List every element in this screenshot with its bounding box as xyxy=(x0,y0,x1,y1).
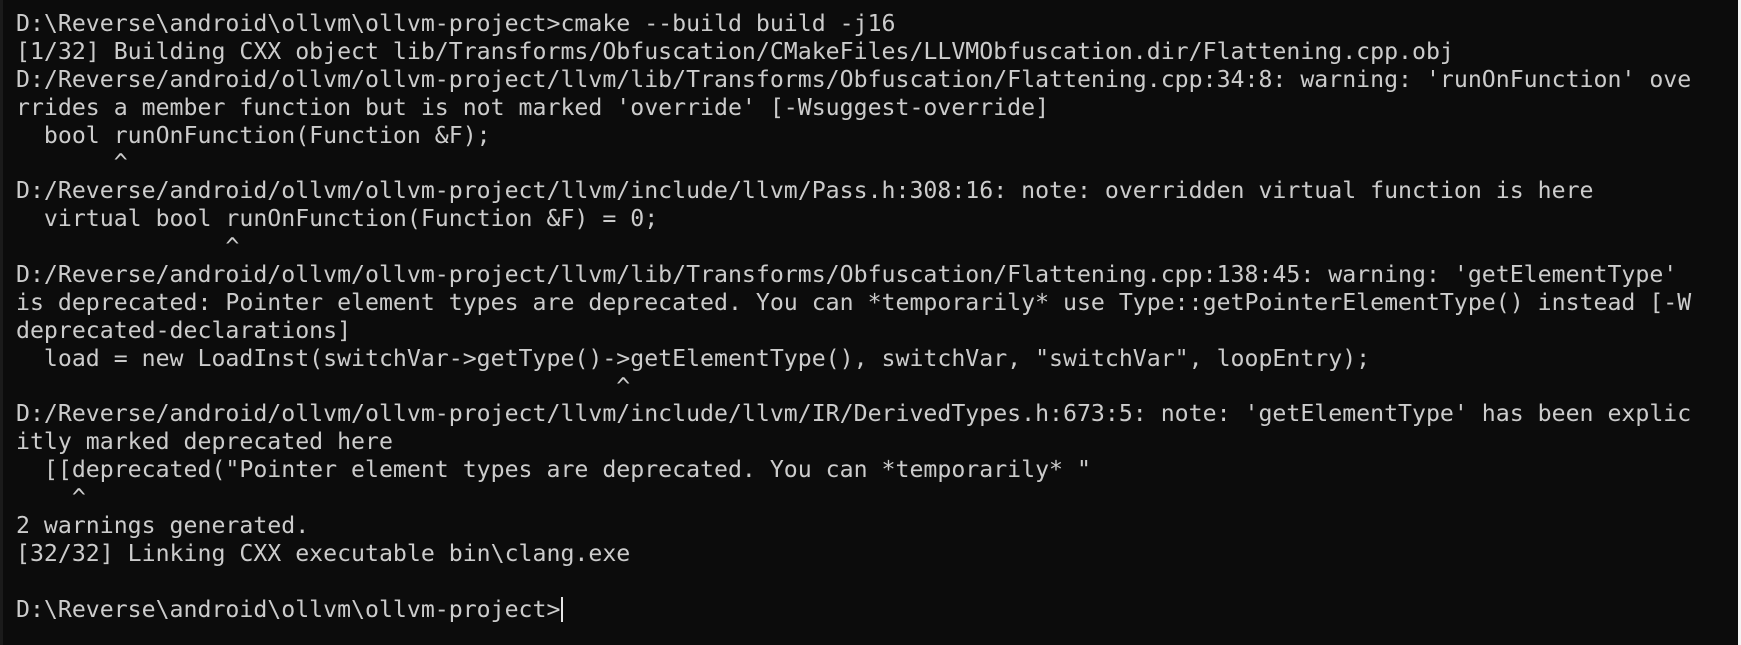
text-cursor xyxy=(561,596,564,622)
output-line: [[deprecated("Pointer element types are … xyxy=(16,456,1091,484)
terminal-output[interactable]: D:\Reverse\android\ollvm\ollvm-project>c… xyxy=(16,10,1728,624)
output-line: ^ xyxy=(16,149,128,177)
output-line: D:/Reverse/android/ollvm/ollvm-project/l… xyxy=(16,177,1594,205)
output-line: [1/32] Building CXX object lib/Transform… xyxy=(16,37,1454,65)
prompt-line[interactable]: D:\Reverse\android\ollvm\ollvm-project> xyxy=(16,596,1728,624)
output-line: ^ xyxy=(16,233,240,261)
output-line: ^ xyxy=(16,372,631,400)
output-line: virtual bool runOnFunction(Function &F) … xyxy=(16,205,659,233)
output-line: load = new LoadInst(switchVar->getType()… xyxy=(16,344,1371,372)
output-line: is deprecated: Pointer element types are… xyxy=(16,288,1692,316)
output-line: D:/Reverse/android/ollvm/ollvm-project/l… xyxy=(16,261,1678,289)
output-line: D:/Reverse/android/ollvm/ollvm-project/l… xyxy=(16,65,1692,93)
output-line: itly marked deprecated here xyxy=(16,428,393,456)
output-line: [32/32] Linking CXX executable bin\clang… xyxy=(16,539,631,567)
window-left-edge xyxy=(0,0,3,645)
output-line: ^ xyxy=(16,484,86,512)
output-line: D:/Reverse/android/ollvm/ollvm-project/l… xyxy=(16,400,1692,428)
terminal-window[interactable]: D:\Reverse\android\ollvm\ollvm-project>c… xyxy=(0,0,1741,645)
output-line: D:\Reverse\android\ollvm\ollvm-project>c… xyxy=(16,10,896,37)
output-line: bool runOnFunction(Function &F); xyxy=(16,121,491,149)
output-line: rrides a member function but is not mark… xyxy=(16,93,1050,121)
output-line: 2 warnings generated. xyxy=(16,512,310,540)
output-line: deprecated-declarations] xyxy=(16,316,352,344)
command-prompt: D:\Reverse\android\ollvm\ollvm-project> xyxy=(16,595,561,623)
